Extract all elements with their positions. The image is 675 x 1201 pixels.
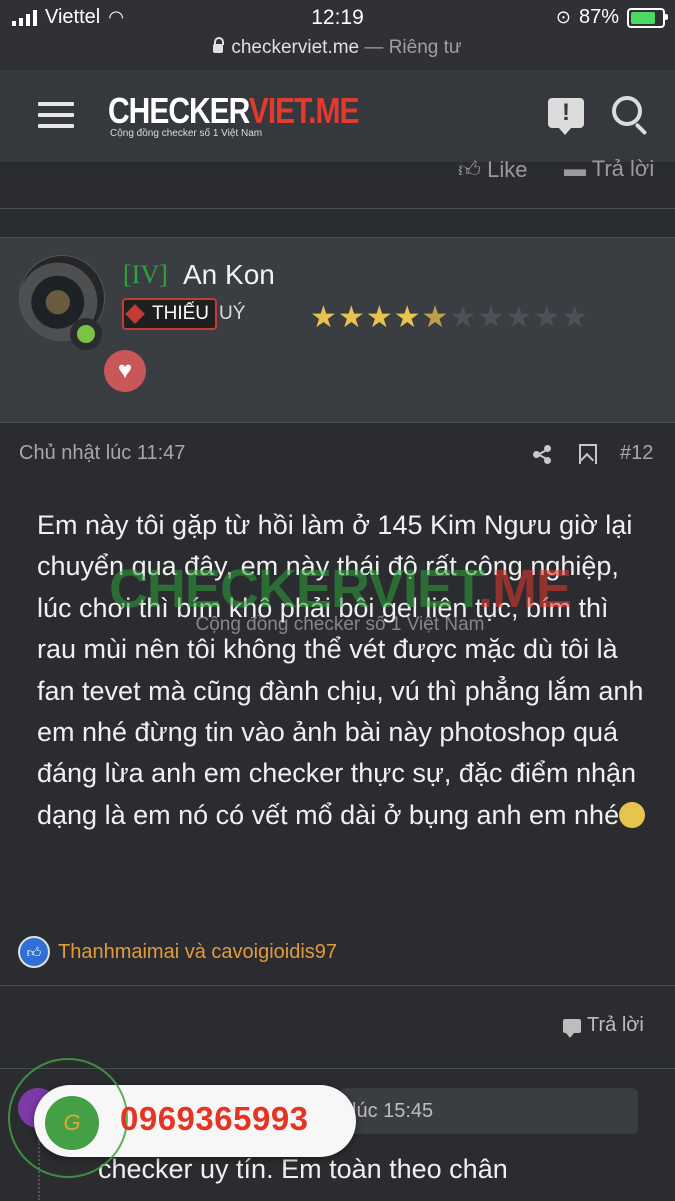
- reaction-users[interactable]: Thanhmaimai và cavoigioidis97: [58, 941, 337, 964]
- online-status-icon: [70, 318, 102, 350]
- post-reply-button[interactable]: Trả lời: [563, 1014, 644, 1038]
- menu-icon[interactable]: [38, 102, 74, 128]
- rank-badge: THIẾU: [122, 298, 217, 330]
- reactions-bar[interactable]: 👍︎ Thanhmaimai và cavoigioidis97: [18, 936, 337, 968]
- search-icon[interactable]: [612, 96, 642, 126]
- post-body: Em này tôi gặp từ hồi làm ở 145 Kim Ngưu…: [37, 510, 646, 830]
- rank-suffix: UÝ: [219, 303, 246, 324]
- post-author-block: ♥ [IV] An Kon THIẾU UÝ ★★★★★★★★★★: [0, 237, 675, 423]
- phone-call-icon[interactable]: G: [42, 1093, 102, 1153]
- worried-face-emoji-icon: [619, 801, 646, 828]
- rating-star-icon: ★: [561, 301, 590, 334]
- status-bar: Viettel ◠ 12:19 ⊙ 87% checkerviet.me — R…: [0, 0, 675, 70]
- next-post-text: checker uy tín. Em toàn theo chân: [98, 1154, 508, 1184]
- lock-icon: [213, 37, 225, 53]
- heart-icon[interactable]: ♥: [104, 350, 146, 392]
- rating-star-icon: ★: [477, 301, 506, 334]
- url-bar[interactable]: checkerviet.me — Riêng tư: [0, 37, 675, 59]
- url-domain: checkerviet.me: [231, 37, 360, 58]
- reply-button[interactable]: ▬ Trả lời: [564, 156, 654, 182]
- post-meta: Chủ nhật lúc 11:47 #12: [0, 422, 675, 482]
- rotation-lock-icon: ⊙: [555, 7, 571, 27]
- like-button[interactable]: 👍︎ Like: [458, 156, 527, 183]
- rating-star-icon: ★: [421, 301, 450, 334]
- battery-percent: 87%: [578, 6, 619, 28]
- next-post-meta: lúc 15:45: [340, 1088, 638, 1134]
- rating-star-icon: ★: [393, 301, 422, 334]
- site-logo[interactable]: CHECKERVIET.ME Cộng đồng checker số 1 Vi…: [108, 92, 360, 139]
- alerts-icon[interactable]: !: [548, 98, 584, 135]
- username[interactable]: An Kon: [183, 259, 275, 291]
- rating-star-icon: ★: [449, 301, 478, 334]
- bookmark-icon[interactable]: [579, 444, 597, 464]
- rating-star-icon: ★: [533, 301, 562, 334]
- site-navbar: CHECKERVIET.ME Cộng đồng checker số 1 Vi…: [0, 70, 675, 162]
- battery-icon: [627, 7, 668, 28]
- logo-wordmark: CHECKERVIET.ME: [108, 92, 360, 132]
- next-post-time[interactable]: lúc 15:45: [352, 1100, 433, 1123]
- status-right: ⊙ 87%: [555, 6, 668, 29]
- post-number[interactable]: #12: [620, 442, 653, 465]
- user-tag: [IV]: [123, 260, 168, 289]
- like-reaction-icon: 👍︎: [18, 936, 50, 968]
- phone-number[interactable]: 0969365993: [120, 1100, 309, 1138]
- rating-star-icon: ★: [365, 301, 394, 334]
- url-separator: —: [359, 37, 389, 58]
- rank-gem-icon: [125, 304, 145, 324]
- divider: [0, 985, 675, 986]
- user-rank: THIẾU UÝ: [122, 298, 245, 330]
- url-privacy: Riêng tư: [388, 37, 462, 58]
- logo-tagline: Cộng đồng checker số 1 Việt Nam: [110, 128, 263, 139]
- previous-post-actions: 👍︎ Like ▬ Trả lời: [0, 156, 675, 209]
- rating-star-icon: ★: [310, 301, 338, 334]
- reply-bubble-icon: [563, 1018, 581, 1038]
- rating-star-icon: ★: [337, 301, 366, 334]
- share-icon[interactable]: [533, 445, 551, 464]
- post-time[interactable]: Chủ nhật lúc 11:47: [19, 442, 185, 465]
- user-rating-stars: ★★★★★★★★★★: [310, 300, 589, 335]
- rating-star-icon: ★: [505, 301, 534, 334]
